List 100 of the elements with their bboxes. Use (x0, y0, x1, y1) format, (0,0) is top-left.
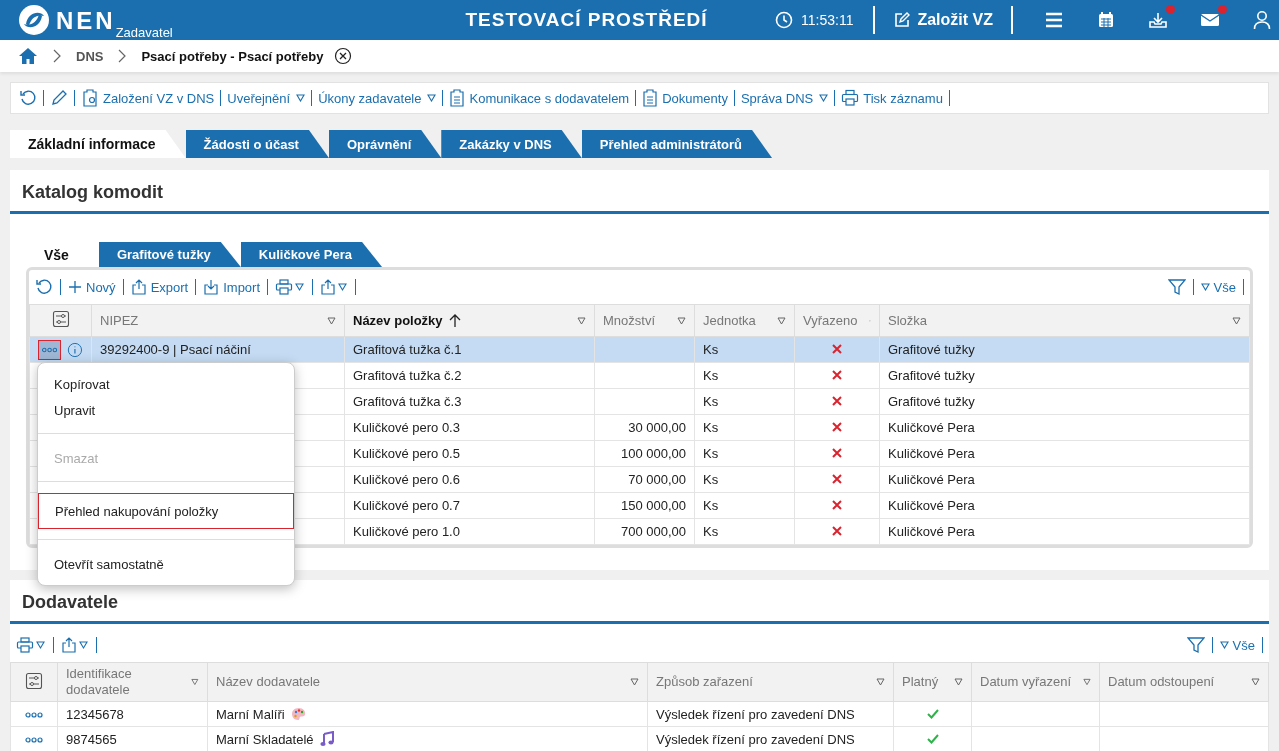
menu-icon (1044, 11, 1064, 29)
filter-icon[interactable] (1186, 636, 1205, 654)
table-cell: Výsledek řízení pro zavedení DNS (656, 731, 855, 747)
toolbar-action[interactable]: Založení VZ v DNS (81, 89, 215, 107)
notification-dot (1166, 5, 1175, 14)
create-contract-button[interactable]: Založit VZ (889, 11, 997, 29)
import-button[interactable]: Import (203, 279, 261, 295)
table-cell: 70 000,00 (628, 472, 686, 487)
table-cell: Ks (703, 342, 719, 357)
table-cell: Ks (703, 498, 719, 513)
table-cell: 39292400-9 | Psací náčiní (100, 342, 251, 357)
table-row[interactable]: 39292400-9 | Psací náčiní Grafitová tužka č.1 Ks Grafitové tužky (29, 336, 1250, 363)
table-cell: Ks (703, 368, 719, 383)
chevron-icon (117, 49, 128, 63)
table-cell: Kuličkové Pera (888, 524, 975, 539)
column-header[interactable]: Jednotka (694, 304, 795, 337)
filter-all-dropdown[interactable]: Vše (1200, 279, 1236, 295)
table-cell: Grafitové tužky (888, 368, 975, 383)
download-icon (1148, 11, 1168, 29)
clipboard-gear-icon (81, 89, 99, 107)
table-cell: Ks (703, 524, 719, 539)
toolbar-action[interactable]: Dokumenty (642, 89, 728, 107)
table-cell: Kuličkové pero 0.6 (353, 472, 460, 487)
table-cell: Ks (703, 446, 719, 461)
column-settings-icon[interactable] (25, 671, 43, 690)
sort-up-icon (448, 313, 461, 328)
page-tab[interactable]: Oprávnění (328, 130, 442, 158)
table-cell: Kuličkové pero 0.5 (353, 446, 460, 461)
page-tab[interactable]: Zakázky v DNS (441, 130, 582, 158)
column-header[interactable]: Název položky (344, 304, 595, 337)
column-header[interactable]: Vyřazeno (794, 304, 880, 337)
pencil-icon[interactable] (50, 89, 68, 107)
table-cell: Výsledek řízení pro zavedení DNS (656, 706, 855, 722)
column-header[interactable]: Množství (594, 304, 695, 337)
table-cell: Marní Skladatelé (216, 731, 314, 747)
calendar-icon (1097, 11, 1115, 29)
toolbar-action[interactable]: Uveřejnění (227, 90, 306, 106)
page-tab[interactable]: Žádosti o účast (185, 130, 329, 158)
category-tab[interactable]: Kuličkové Pera (240, 242, 383, 267)
logo-text: NEN (56, 6, 116, 36)
table-cell: 100 000,00 (620, 446, 686, 461)
section-title: Dodavatele (10, 588, 1269, 624)
edit-icon (893, 11, 912, 29)
chevron-icon (52, 49, 62, 63)
category-tab[interactable]: Grafitové tužky (98, 242, 241, 267)
toolbar-action[interactable]: Úkony zadavatele (318, 90, 437, 106)
table-cell: Kuličkové pero 1.0 (353, 524, 460, 539)
clipboard-icon (642, 89, 659, 107)
table-cell: Marní Malíři (216, 706, 285, 722)
download-icon (203, 279, 220, 295)
notification-dot (1218, 5, 1227, 14)
refresh-icon[interactable] (19, 89, 37, 107)
print-dropdown-icon[interactable] (275, 279, 306, 295)
table-cell: Grafitová tužka č.1 (353, 342, 462, 357)
clipboard-icon (449, 89, 466, 107)
column-header[interactable]: Složka (879, 304, 1250, 337)
column-settings-icon[interactable] (51, 310, 70, 328)
table-cell: Kuličkové Pera (888, 420, 975, 435)
section-title: Katalog komodit (10, 178, 1269, 214)
column-header[interactable]: Datum vyřazení (971, 662, 1100, 702)
column-header[interactable]: Způsob zařazení (647, 662, 894, 702)
page-tab[interactable]: Základní informace (10, 130, 186, 158)
page-tab[interactable]: Přehled administrátorů (581, 130, 773, 158)
column-header[interactable]: Datum odstoupení (1099, 662, 1269, 702)
table-cell: Grafitové tužky (888, 394, 975, 409)
table-cell: Kuličkové pero 0.3 (353, 420, 460, 435)
column-header[interactable]: NIPEZ (91, 304, 345, 337)
share-dropdown-icon[interactable] (320, 279, 349, 295)
toolbar-action[interactable]: Správa DNS (740, 90, 829, 106)
print-dropdown-icon[interactable] (16, 637, 46, 653)
table-cell: Ks (703, 420, 719, 435)
table-cell: Grafitová tužka č.3 (353, 394, 462, 409)
toolbar-action[interactable]: Tisk záznamu (841, 89, 943, 107)
plus-icon (68, 280, 82, 294)
user-icon (1253, 10, 1271, 30)
share-dropdown-icon[interactable] (61, 637, 89, 653)
column-header[interactable]: Identifikace dodavatele (57, 662, 208, 702)
new-button[interactable]: Nový (68, 279, 116, 295)
clock-icon (775, 11, 793, 29)
breadcrumb-item[interactable]: Psací potřeby - Psací potřeby (141, 48, 324, 64)
breadcrumb-item[interactable]: DNS (76, 48, 104, 64)
row-menu-button[interactable] (38, 339, 62, 360)
table-cell: Kuličkové Pera (888, 498, 975, 513)
export-button[interactable]: Export (130, 279, 189, 295)
toolbar-action[interactable]: Komunikace s dodavatelem (449, 89, 630, 107)
home-icon[interactable] (18, 47, 38, 65)
filter-icon[interactable] (1167, 278, 1186, 296)
filter-all-dropdown[interactable]: Vše (1219, 637, 1255, 653)
info-icon[interactable] (67, 340, 83, 359)
column-header[interactable]: Název dodavatele (207, 662, 648, 702)
table-cell: 30 000,00 (628, 420, 686, 435)
mail-icon (1200, 12, 1220, 28)
table-cell: 12345678 (66, 706, 124, 722)
environment-title: TESTOVACÍ PROSTŘEDÍ (464, 9, 709, 31)
app-role-label: Zadavatel (115, 25, 173, 40)
refresh-icon[interactable] (35, 278, 53, 296)
upload-icon (130, 279, 147, 295)
table-cell: Kuličkové Pera (888, 472, 975, 487)
column-header[interactable]: Platný (893, 662, 972, 702)
close-icon[interactable] (333, 47, 352, 65)
